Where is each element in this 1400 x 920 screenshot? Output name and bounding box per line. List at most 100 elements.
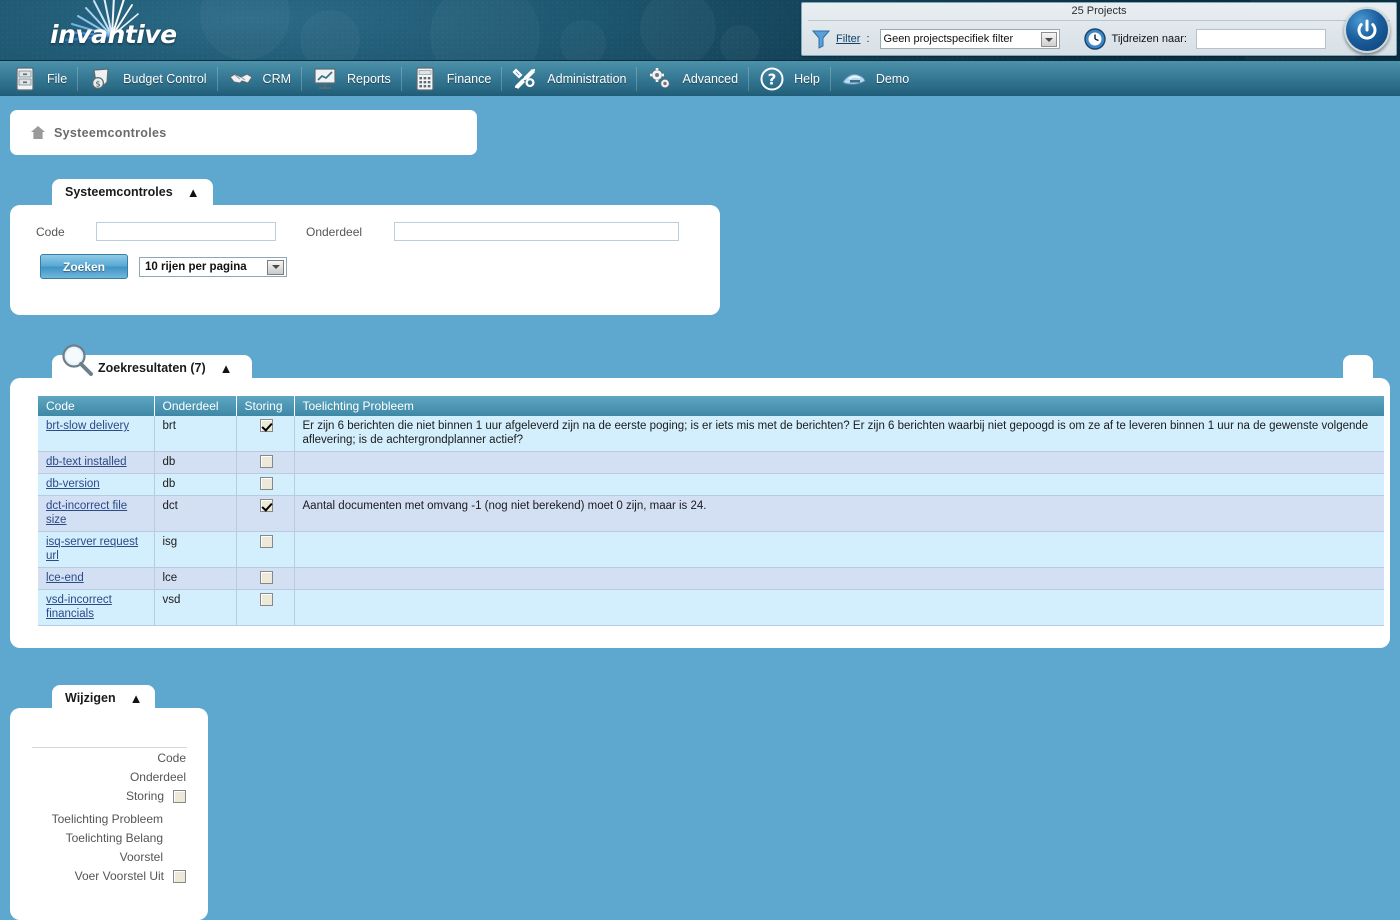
banner-bubble (720, 25, 760, 60)
chevron-down-icon[interactable] (1040, 32, 1057, 47)
edit-field-toelichting-belang: Toelichting Belang (66, 831, 163, 845)
cell-storing (236, 567, 295, 590)
menu-item-administration[interactable]: Administration (491, 61, 626, 97)
cell-storing (236, 531, 295, 568)
column-header-code[interactable]: Code (38, 396, 155, 416)
storing-checkbox[interactable] (259, 455, 273, 469)
home-icon[interactable] (31, 126, 45, 139)
code-input[interactable] (96, 222, 276, 241)
storing-checkbox[interactable] (173, 789, 186, 803)
gears-icon (650, 67, 671, 88)
cell-toelichting (294, 589, 1384, 626)
logo[interactable]: invantive (20, 0, 220, 60)
menu-label: Finance (446, 71, 492, 86)
code-link[interactable]: db-text installed (46, 456, 127, 468)
edit-field-storing: Storing (126, 789, 186, 803)
menu-item-budget-control[interactable]: $ Budget Control (67, 61, 207, 97)
cell-onderdeel: brt (154, 416, 237, 452)
cell-code: lce-end (38, 567, 155, 590)
code-link[interactable]: isq-server request url (46, 536, 138, 562)
question-circle-icon: ? (760, 67, 784, 90)
table-row[interactable]: isq-server request url isg (38, 531, 1384, 568)
table-row[interactable]: vsd-incorrect financials vsd (38, 589, 1384, 626)
menu-item-help[interactable]: ? Help (738, 61, 820, 97)
banner-bubble (640, 0, 716, 60)
cell-storing (236, 473, 295, 496)
menu-item-reports[interactable]: Reports (291, 61, 391, 97)
cell-toelichting (294, 567, 1384, 590)
magnifier-icon (62, 344, 93, 376)
edit-field-label: Onderdeel (129, 770, 186, 784)
cell-storing (236, 495, 295, 532)
storing-checkbox[interactable] (259, 593, 273, 607)
menu-item-demo[interactable]: Demo (820, 61, 909, 97)
edit-field-code: Code (157, 751, 186, 765)
cell-toelichting: Er zijn 6 berichten die niet binnen 1 uu… (294, 416, 1384, 452)
edit-field-label: Voorstel (119, 850, 163, 864)
edit-field-label: Toelichting Belang (65, 831, 163, 845)
banner-bubble (560, 20, 606, 60)
code-link[interactable]: dct-incorrect file size (46, 500, 127, 526)
onderdeel-input[interactable] (394, 222, 679, 241)
storing-checkbox[interactable] (259, 535, 273, 549)
onderdeel-field-group: Onderdeel (306, 222, 679, 241)
menu-item-finance[interactable]: Finance (391, 61, 491, 97)
results-table-body: brt-slow delivery brt Er zijn 6 berichten … (38, 416, 1384, 626)
project-filter-value: Geen projectspecifiek filter (883, 33, 1014, 45)
power-button[interactable] (1344, 7, 1390, 53)
cell-onderdeel: lce (154, 567, 237, 590)
timetravel-input[interactable] (1195, 29, 1326, 49)
svg-text:?: ? (768, 70, 777, 88)
cell-storing (236, 451, 295, 474)
edit-field-voer-voorstel-uit: Voer Voorstel Uit (75, 869, 186, 883)
chevron-down-icon[interactable] (267, 259, 284, 275)
storing-checkbox[interactable] (259, 499, 273, 513)
project-count-label: 25 Projects (1071, 5, 1127, 17)
app-banner: invantive 25 Projects Filter : Geen proj… (0, 0, 1400, 60)
table-row[interactable]: dct-incorrect file size dct Aantal documen… (38, 495, 1384, 532)
search-button[interactable]: Zoeken (40, 254, 128, 279)
code-link[interactable]: db-version (46, 478, 100, 490)
storing-checkbox[interactable] (259, 419, 273, 433)
search-actions-row: Zoeken 10 rijen per pagina (40, 254, 287, 279)
column-header-toelichting[interactable]: Toelichting Probleem (294, 396, 1384, 416)
table-row[interactable]: db-version db (38, 473, 1384, 496)
chevron-up-icon[interactable]: ▲ (130, 692, 143, 705)
chevron-up-icon[interactable]: ▲ (187, 186, 200, 199)
demo-bird-icon (842, 73, 866, 85)
code-link[interactable]: vsd-incorrect financials (46, 594, 112, 620)
table-row[interactable]: brt-slow delivery brt Er zijn 6 berichten … (38, 416, 1384, 452)
calculator-icon (416, 66, 434, 91)
cell-code: db-version (38, 473, 155, 496)
main-menu-bar: File $ Budget Control CRM Reports Financ… (0, 60, 1400, 96)
table-row[interactable]: db-text installed db (38, 451, 1384, 474)
table-row[interactable]: lce-end lce (38, 567, 1384, 590)
menu-item-crm[interactable]: CRM (207, 61, 291, 97)
code-link[interactable]: brt-slow delivery (46, 420, 129, 432)
storing-checkbox[interactable] (259, 477, 273, 491)
column-header-onderdeel[interactable]: Onderdeel (154, 396, 237, 416)
search-panel-tab[interactable]: Systeemcontroles ▲ (52, 179, 213, 205)
storing-checkbox[interactable] (259, 571, 273, 585)
handshake-icon (228, 72, 253, 84)
voer-voorstel-uit-checkbox[interactable] (173, 869, 186, 883)
cabinet-icon (16, 66, 34, 91)
funnel-icon (812, 30, 830, 49)
edit-panel: Code Onderdeel Storing Toelichting Probl… (10, 708, 208, 920)
code-link[interactable]: lce-end (46, 572, 84, 584)
column-header-storing[interactable]: Storing (236, 396, 295, 416)
edit-field-label: Code (157, 751, 186, 765)
cell-storing (236, 589, 295, 626)
cell-toelichting: Aantal documenten met omvang -1 (nog nie… (294, 495, 1384, 532)
code-label: Code (36, 224, 65, 239)
edit-field-label: Voer Voorstel Uit (74, 869, 164, 883)
rows-per-page-select[interactable]: 10 rijen per pagina (139, 256, 287, 277)
menu-item-advanced[interactable]: Advanced (626, 61, 738, 97)
filter-link[interactable]: Filter (836, 33, 860, 45)
svg-text:$: $ (96, 79, 101, 88)
chevron-up-icon[interactable]: ▲ (220, 362, 233, 375)
menu-item-file[interactable]: File (0, 61, 67, 97)
breadcrumb-label[interactable]: Systeemcontroles (54, 126, 166, 140)
cell-onderdeel: db (154, 451, 237, 474)
project-filter-select[interactable]: Geen projectspecifiek filter (879, 29, 1060, 49)
